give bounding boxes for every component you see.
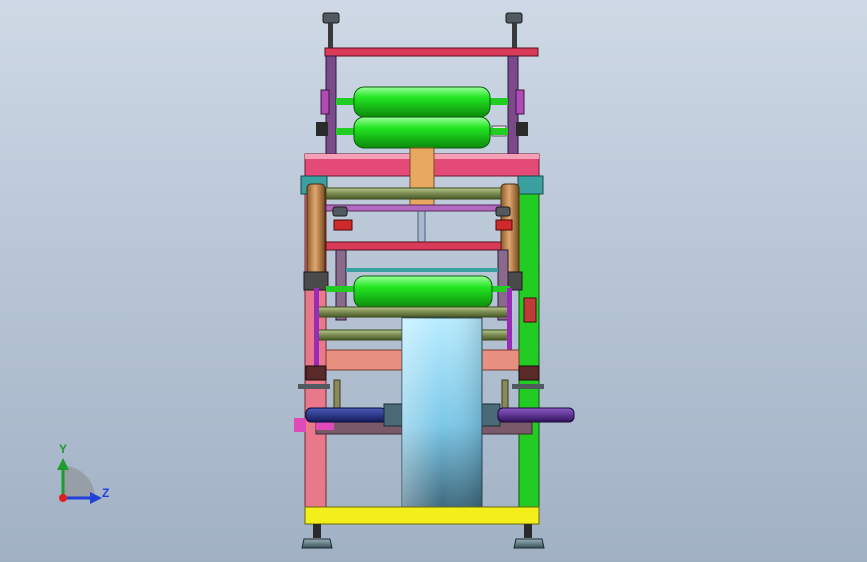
upper-guide-shaft[interactable] [325,187,502,200]
film-roll[interactable] [401,317,483,513]
left-leveling-foot[interactable] [301,524,333,549]
axis-z-label: Z [102,486,110,500]
axis-y-label: Y [59,442,68,456]
lower-guide-shaft-1[interactable] [317,306,509,318]
x-axis-dot [59,494,67,502]
top-left-knob[interactable] [322,12,340,49]
upper-roller-2[interactable] [336,116,508,149]
center-post[interactable] [409,147,435,211]
base-plate[interactable] [304,506,540,525]
middle-crossbar[interactable] [325,241,502,251]
machine-model[interactable] [0,0,867,562]
right-frame-column[interactable] [518,175,540,509]
lower-roller[interactable] [326,275,510,309]
upper-roller-1[interactable] [336,86,508,118]
right-leveling-foot[interactable] [513,524,545,549]
top-right-knob[interactable] [505,12,523,49]
top-crossbar[interactable] [324,47,539,57]
left-cylinder[interactable] [306,183,326,277]
graphics-viewport[interactable]: Y Z [0,0,867,562]
orientation-triad [57,458,102,504]
